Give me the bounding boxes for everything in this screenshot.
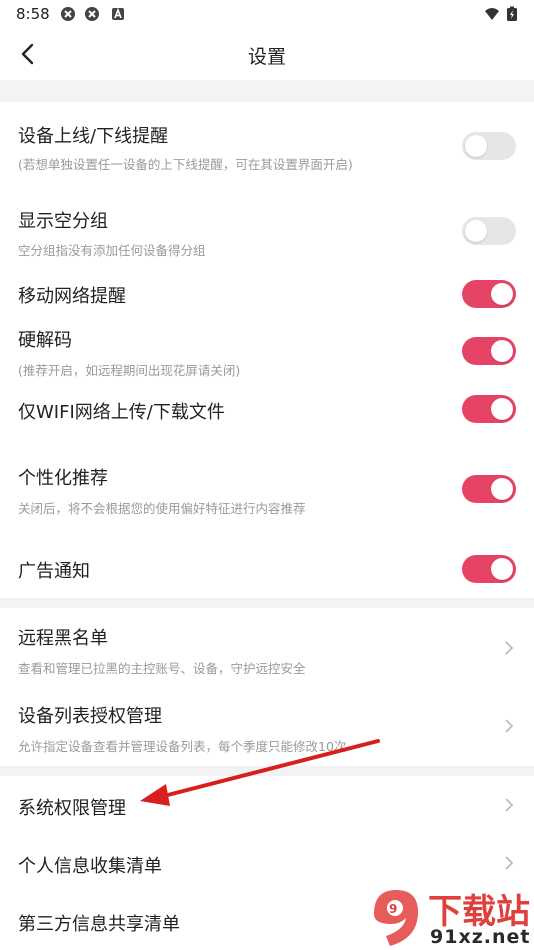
toggle-knob — [491, 340, 513, 362]
setting-label: 硬解码 — [18, 330, 72, 351]
personalized-recommendation-toggle[interactable] — [462, 475, 516, 503]
device-list-authorization-item[interactable]: 设备列表授权管理 允许指定设备查看并管理设备列表，每个季度只能修改10次 — [0, 688, 534, 766]
chevron-right-icon — [505, 798, 514, 812]
setting-hardware-decoding: 硬解码 (推荐开启，如远程期间出现花屏请关闭) — [0, 320, 534, 382]
setting-description: 关闭后，将不会根据您的使用偏好特征进行内容推荐 — [18, 501, 306, 516]
toggle-knob — [465, 220, 487, 242]
setting-show-empty-group: 显示空分组 空分组指没有添加任何设备得分组 — [0, 188, 534, 270]
toggle-knob — [491, 398, 513, 420]
mobile-network-alert-toggle[interactable] — [462, 280, 516, 308]
chevron-right-icon — [505, 856, 514, 870]
setting-label: 设备列表授权管理 — [18, 706, 162, 727]
setting-label: 个性化推荐 — [18, 468, 108, 489]
setting-label: 仅WIFI网络上传/下载文件 — [18, 402, 225, 423]
setting-label: 系统权限管理 — [18, 798, 126, 819]
status-bar: 8:58 — [0, 0, 534, 28]
setting-label: 显示空分组 — [18, 211, 108, 232]
toggle-knob — [491, 283, 513, 305]
toggle-knob — [491, 558, 513, 580]
toggle-knob — [465, 135, 487, 157]
system-permission-management-item[interactable]: 系统权限管理 — [0, 776, 534, 834]
page-title: 设置 — [247, 46, 286, 68]
setting-description: 空分组指没有添加任何设备得分组 — [18, 243, 206, 258]
setting-device-online-alert: 设备上线/下线提醒 (若想单独设置任一设备的上下线提醒，可在其设置界面开启) — [0, 102, 534, 188]
setting-label: 移动网络提醒 — [18, 286, 126, 307]
title-bar: 设置 — [0, 28, 534, 80]
setting-label: 广告通知 — [18, 561, 90, 582]
setting-label: 远程黑名单 — [18, 628, 108, 649]
section-divider — [0, 598, 534, 608]
watermark-logo-icon: 9 — [374, 890, 418, 946]
setting-description: 查看和管理已拉黑的主控账号、设备，守护远控安全 — [18, 661, 306, 676]
remote-blacklist-item[interactable]: 远程黑名单 查看和管理已拉黑的主控账号、设备，守护远控安全 — [0, 608, 534, 688]
setting-mobile-network-alert: 移动网络提醒 — [0, 270, 534, 320]
app-notification-icon — [61, 7, 75, 21]
wifi-icon — [485, 8, 499, 20]
hardware-decoding-toggle[interactable] — [462, 337, 516, 365]
setting-description: (若想单独设置任一设备的上下线提醒，可在其设置界面开启) — [18, 157, 353, 172]
watermark-domain: 91xz.net — [430, 926, 531, 948]
setting-description: (推荐开启，如远程期间出现花屏请关闭) — [18, 363, 241, 378]
app-notification-icon — [85, 7, 99, 21]
setting-label: 第三方信息共享清单 — [18, 914, 180, 935]
battery-icon — [507, 6, 517, 21]
setting-personalized-recommendation: 个性化推荐 关闭后，将不会根据您的使用偏好特征进行内容推荐 — [0, 442, 534, 542]
a-notification-icon — [112, 7, 124, 20]
chevron-right-icon — [505, 641, 514, 655]
status-time: 8:58 — [16, 5, 50, 23]
setting-description: 允许指定设备查看并管理设备列表，每个季度只能修改10次 — [18, 739, 347, 754]
device-online-alert-toggle[interactable] — [462, 132, 516, 160]
site-watermark: 9 下载站 91xz.net — [364, 882, 534, 950]
show-empty-group-toggle[interactable] — [462, 217, 516, 245]
toggle-knob — [491, 478, 513, 500]
ad-notification-toggle[interactable] — [462, 555, 516, 583]
watermark-logo-text: 9 — [389, 902, 397, 916]
section-divider — [0, 80, 534, 102]
chevron-right-icon — [505, 719, 514, 733]
setting-label: 个人信息收集清单 — [18, 856, 162, 877]
setting-label: 设备上线/下线提醒 — [18, 126, 169, 147]
setting-ad-notification: 广告通知 — [0, 542, 534, 598]
setting-wifi-only-transfer: 仅WIFI网络上传/下载文件 — [0, 382, 534, 442]
section-divider — [0, 766, 534, 776]
wifi-only-transfer-toggle[interactable] — [462, 395, 516, 423]
